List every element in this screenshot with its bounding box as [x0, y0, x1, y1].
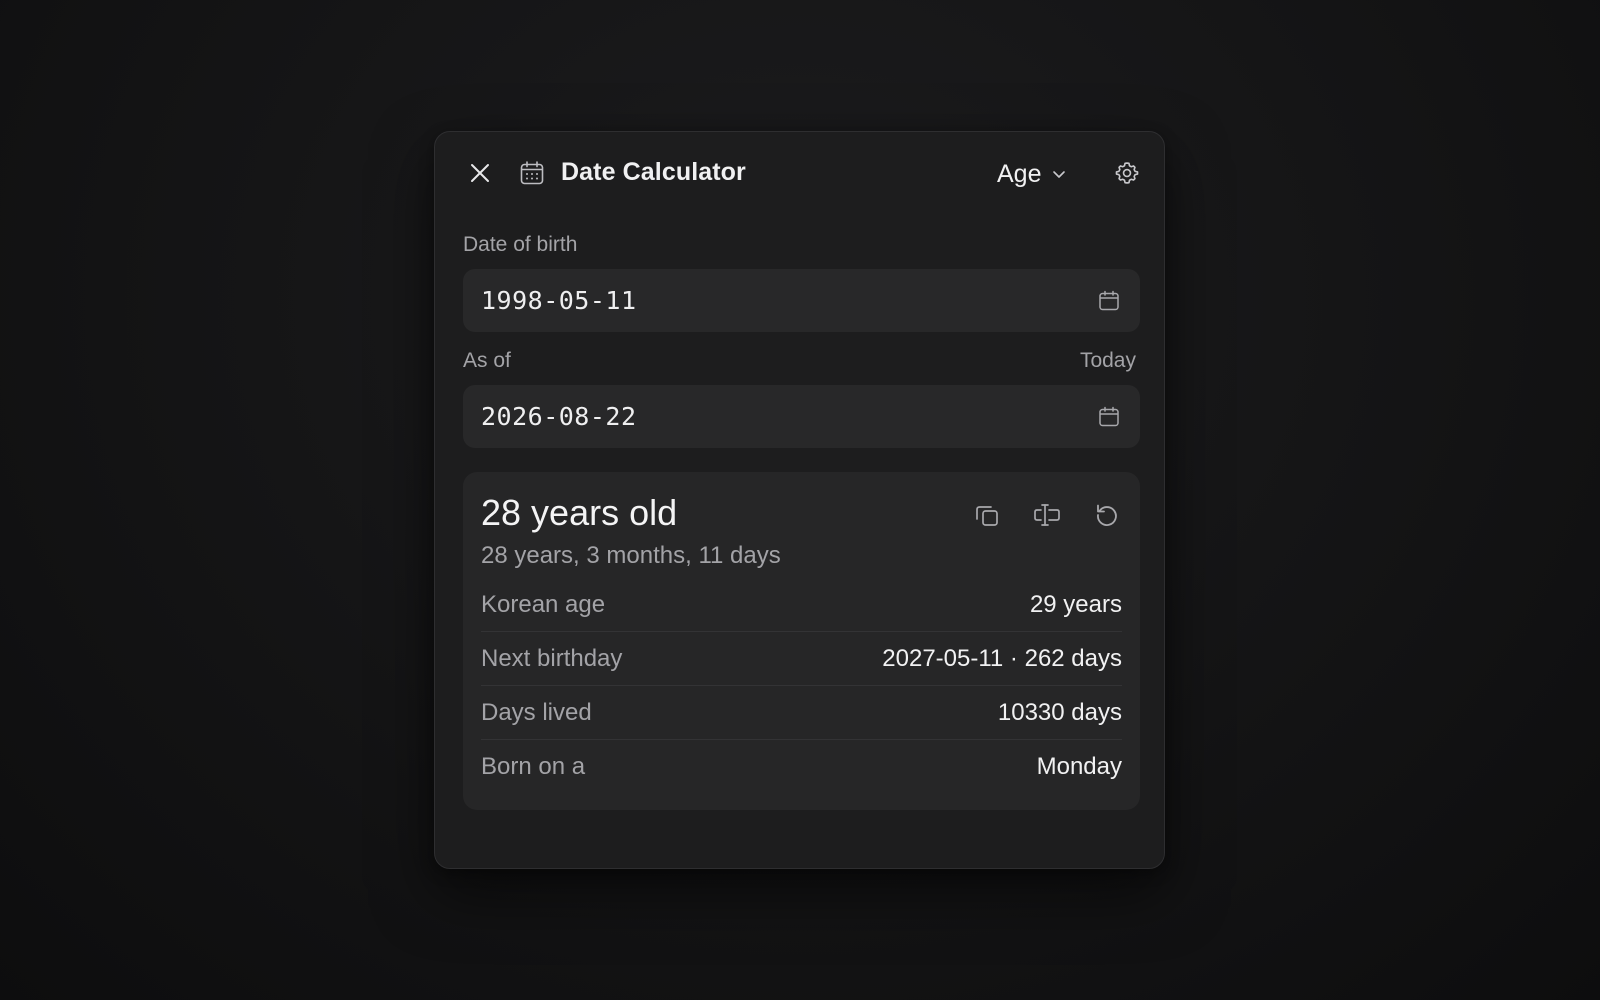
row-label: Born on a — [481, 753, 586, 780]
result-row-next-birthday: Next birthday 2027-05-11 · 262 days — [481, 632, 1122, 686]
as-of-date-field[interactable]: 2026-08-22 — [463, 385, 1140, 448]
mode-dropdown[interactable]: Age — [997, 156, 1067, 192]
as-of-date-value[interactable]: 2026-08-22 — [481, 402, 1096, 431]
result-row-days-lived: Days lived 10330 days — [481, 686, 1122, 740]
settings-button[interactable] — [1111, 157, 1143, 189]
calendar-icon — [1099, 290, 1119, 310]
as-of-date-picker-button[interactable] — [1096, 404, 1122, 430]
result-row-born-on: Born on a Monday — [481, 740, 1122, 794]
age-detail: 28 years, 3 months, 11 days — [481, 542, 781, 569]
result-actions — [968, 496, 1126, 534]
row-value: 2027-05-11 · 262 days — [882, 644, 1122, 672]
row-label: Days lived — [481, 698, 592, 726]
compare-button[interactable] — [1028, 496, 1066, 534]
app-title: Date Calculator — [561, 158, 746, 186]
row-value: 29 years — [1029, 590, 1122, 618]
copy-button[interactable] — [968, 496, 1006, 534]
as-of-label: As of — [463, 349, 511, 372]
result-rows: Korean age 29 years Next birthday 2027-0… — [481, 578, 1122, 794]
today-button[interactable]: Today — [1080, 349, 1136, 373]
compare-icon — [1034, 504, 1060, 526]
birth-date-label: Date of birth — [463, 233, 578, 256]
row-value: Monday — [1036, 753, 1122, 780]
date-calculator-panel: Date Calculator Age Date of birth 1998-0… — [434, 131, 1165, 869]
calendar-icon — [519, 160, 545, 186]
close-button[interactable] — [463, 156, 497, 190]
row-label: Next birthday — [481, 644, 623, 672]
result-row-korean-age: Korean age 29 years — [481, 578, 1122, 632]
copy-icon — [976, 506, 998, 526]
age-headline: 28 years old — [481, 492, 678, 533]
row-label: Korean age — [481, 590, 606, 618]
birth-date-picker-button[interactable] — [1096, 288, 1122, 314]
close-icon — [471, 164, 489, 182]
mode-label: Age — [997, 159, 1042, 188]
reset-icon — [1097, 504, 1117, 526]
reset-button[interactable] — [1088, 496, 1126, 534]
panel-header: Date Calculator Age — [435, 132, 1164, 216]
chevron-down-icon — [1053, 171, 1066, 178]
row-value: 10330 days — [997, 698, 1122, 726]
calendar-icon — [1099, 406, 1119, 426]
gear-icon — [1115, 162, 1139, 184]
birth-date-value[interactable]: 1998-05-11 — [481, 286, 1096, 315]
result-card: 28 years old 28 years, 3 months, 11 days — [463, 472, 1140, 810]
birth-date-field[interactable]: 1998-05-11 — [463, 269, 1140, 332]
